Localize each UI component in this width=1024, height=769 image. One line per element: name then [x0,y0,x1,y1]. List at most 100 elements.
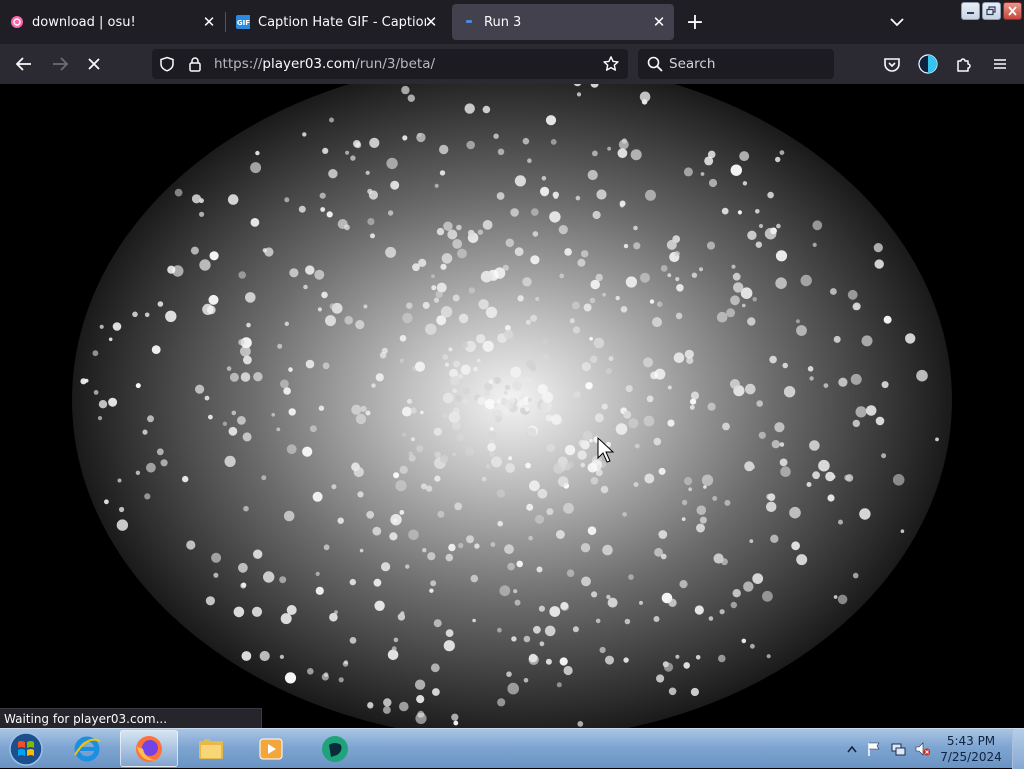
star [747,317,756,326]
tab-run3[interactable]: Run 3 ✕ [452,4,674,40]
url-text[interactable]: https://player03.com/run/3/beta/ [214,56,435,72]
star [478,381,483,386]
star [250,218,260,227]
star [654,368,666,380]
star [108,397,118,407]
tracking-protection-shield-icon[interactable] [158,55,176,73]
app-menu-button[interactable] [986,50,1014,78]
star [261,475,267,481]
star [732,589,741,598]
star [646,395,654,403]
star [434,451,441,458]
star [779,150,785,155]
close-tab-icon[interactable]: ✕ [422,13,440,31]
show-desktop-button[interactable] [1012,729,1024,769]
star [497,698,506,707]
star [775,277,787,289]
star [497,520,504,527]
star [505,238,515,248]
back-arrow-icon [15,57,31,71]
star [135,383,141,389]
bookmark-star-icon[interactable] [602,55,620,73]
extensions-button[interactable] [950,50,978,78]
star [371,383,376,388]
star [381,562,391,572]
star [838,377,848,387]
pocket-button[interactable] [878,50,906,78]
tab-caption-gif[interactable]: GIF Caption Hate GIF - Caption I Ha ✕ [226,4,446,40]
star [544,625,556,637]
star [395,480,407,492]
star [523,635,531,643]
account-button[interactable] [914,50,942,78]
star [580,462,586,468]
star [349,637,357,644]
volume-muted-icon[interactable] [914,741,930,757]
star [812,471,820,480]
star [585,382,593,390]
star [536,566,543,573]
star [865,405,877,416]
star [663,662,674,672]
star [457,373,464,380]
close-window-button[interactable] [1003,2,1022,20]
star [557,476,569,487]
tab-osu-download[interactable]: download | osu! ✕ [0,4,224,40]
minimize-button[interactable] [961,2,980,20]
lock-icon[interactable] [186,55,204,73]
star [741,638,747,644]
star [224,455,236,467]
star [422,301,430,309]
network-icon[interactable] [890,741,906,757]
star [564,444,576,456]
page-content[interactable] [0,84,1024,728]
star [337,517,344,524]
tab-strip: download | osu! ✕ GIF Caption Hate GIF -… [0,0,1024,44]
system-clock[interactable]: 5:43 PM 7/25/2024 [930,733,1012,765]
search-bar[interactable]: Search [638,49,834,79]
star [146,462,156,473]
star [433,297,440,303]
new-tab-button[interactable]: + [682,9,708,35]
star [490,542,496,547]
star [581,576,591,587]
back-button[interactable] [10,50,38,78]
star [596,189,607,200]
star [537,488,548,499]
osu-icon [10,15,24,29]
list-all-tabs-button[interactable] [884,10,910,34]
star [284,321,289,326]
star [484,398,496,410]
star [590,459,603,471]
star [305,265,315,275]
star [534,514,545,524]
star [623,410,632,419]
star [771,440,780,449]
star [435,290,443,298]
close-tab-icon[interactable]: ✕ [200,13,218,31]
stop-loading-button[interactable] [80,50,108,78]
restore-button[interactable] [982,2,1001,20]
star [766,501,777,512]
star [345,150,350,155]
star [644,473,655,484]
star [182,475,189,483]
forward-button[interactable] [46,50,74,78]
star [656,674,665,683]
action-center-flag-icon[interactable] [866,741,882,757]
star [526,503,534,511]
star [552,191,559,198]
star [672,235,681,244]
show-hidden-icons-button[interactable] [844,741,860,757]
url-bar[interactable]: https://player03.com/run/3/beta/ [152,49,628,79]
run3-game-canvas[interactable] [0,84,1024,728]
star [718,654,726,663]
star [144,493,151,500]
star [617,148,628,159]
star [213,572,219,578]
close-tab-icon[interactable]: ✕ [650,13,668,31]
star [245,292,256,303]
star [444,362,450,367]
star [174,188,183,197]
star [393,637,399,643]
